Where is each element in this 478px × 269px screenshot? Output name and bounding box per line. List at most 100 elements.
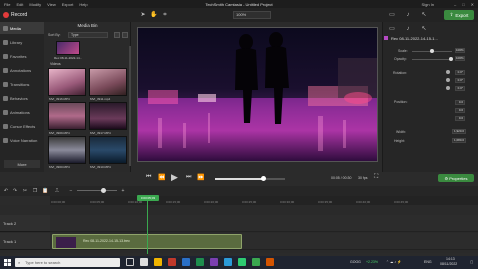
app-icon[interactable] bbox=[210, 258, 218, 266]
crop-tool-icon[interactable]: ⌗ bbox=[161, 11, 169, 19]
office-icon[interactable] bbox=[168, 258, 176, 266]
next-frame-icon[interactable]: ⏭ bbox=[186, 174, 191, 181]
position-z-value[interactable]: 0.0 bbox=[455, 116, 465, 121]
add-media-icon[interactable] bbox=[122, 32, 128, 38]
search-icon: ⌕ bbox=[18, 260, 21, 265]
copy-icon[interactable]: ❐ bbox=[32, 188, 38, 194]
paste-icon[interactable]: 📋 bbox=[42, 188, 48, 194]
sidebar-item-cursor-effects[interactable]: Cursor Effects bbox=[0, 120, 44, 132]
timeline-zoom-knob[interactable] bbox=[101, 188, 106, 193]
video-thumbnail[interactable] bbox=[89, 136, 127, 164]
track-header[interactable]: Track 2 bbox=[0, 215, 50, 232]
close-icon[interactable]: ✕ bbox=[471, 2, 474, 7]
rewind-icon[interactable]: ⏪ bbox=[158, 174, 165, 181]
sidebar-item-behaviors[interactable]: Behaviors bbox=[0, 92, 44, 104]
cut-icon[interactable]: ✂ bbox=[22, 188, 28, 194]
timeline-ruler[interactable] bbox=[50, 196, 478, 205]
scale-value[interactable]: 100% bbox=[455, 48, 465, 53]
canvas-options-icon[interactable]: ▭ bbox=[388, 11, 396, 19]
sidebar-item-favorites[interactable]: Favorites bbox=[0, 50, 44, 62]
video-preview[interactable] bbox=[137, 27, 378, 162]
mail-icon[interactable] bbox=[182, 258, 190, 266]
sidebar-item-animations[interactable]: Animations bbox=[0, 106, 44, 118]
audio-icon[interactable]: ♪ bbox=[404, 11, 412, 19]
powerpoint-icon[interactable] bbox=[266, 258, 274, 266]
clock-time[interactable]: 14:13 bbox=[446, 257, 455, 261]
video-thumbnail[interactable] bbox=[89, 102, 127, 130]
excel-icon[interactable] bbox=[196, 258, 204, 266]
video-thumbnail[interactable] bbox=[48, 102, 86, 130]
playhead-time[interactable]: 0:00:05;03 bbox=[137, 195, 159, 201]
sidebar-item-voice-narration[interactable]: Voice Narration bbox=[0, 134, 44, 146]
redo-icon[interactable]: ↷ bbox=[12, 188, 18, 194]
clip-label: Rec 08-11-2022-14-15-13.trec bbox=[83, 239, 130, 243]
forward-icon[interactable]: ⏩ bbox=[197, 174, 204, 181]
system-tray-icons[interactable]: ⌃ ☁ ♪ ⚡ bbox=[386, 260, 401, 264]
pan-tool-icon[interactable]: ✋ bbox=[150, 11, 158, 19]
arrow-tool-icon[interactable]: ➤ bbox=[139, 11, 147, 19]
visual-properties-icon[interactable]: ▭ bbox=[388, 25, 396, 33]
notifications-icon[interactable]: ▢ bbox=[470, 260, 473, 264]
clock-date[interactable]: 08/11/2022 bbox=[440, 262, 457, 266]
language-indicator[interactable]: ENG bbox=[424, 260, 432, 264]
taskbar-search[interactable]: ⌕ Type here to search bbox=[15, 258, 120, 267]
cursor-properties-icon[interactable]: ↖ bbox=[420, 25, 428, 33]
track-header[interactable]: Track 1 bbox=[0, 233, 50, 250]
sort-select[interactable]: Type bbox=[68, 32, 108, 38]
video-thumbnail[interactable] bbox=[89, 68, 127, 96]
scale-slider-knob[interactable] bbox=[430, 49, 434, 53]
chrome-icon[interactable] bbox=[140, 258, 148, 266]
task-view-icon[interactable] bbox=[126, 258, 134, 266]
sidebar-item-media[interactable]: Media bbox=[0, 22, 44, 34]
zoom-out-icon[interactable]: − bbox=[68, 188, 74, 194]
video-thumbnail[interactable] bbox=[48, 68, 86, 96]
fullscreen-icon[interactable]: ⛶ bbox=[374, 174, 378, 181]
record-button[interactable]: Record bbox=[3, 10, 27, 20]
playhead[interactable] bbox=[147, 201, 148, 254]
sidebar-item-library[interactable]: Library bbox=[0, 36, 44, 48]
opacity-slider-knob[interactable] bbox=[449, 57, 453, 61]
opacity-slider[interactable] bbox=[412, 59, 452, 60]
zoom-in-icon[interactable]: + bbox=[120, 188, 126, 194]
play-icon[interactable]: ▶ bbox=[171, 172, 178, 183]
width-value[interactable]: 1,920.0 bbox=[452, 129, 466, 134]
file-explorer-icon[interactable] bbox=[154, 258, 162, 266]
windows-start-icon[interactable] bbox=[4, 259, 11, 266]
minimize-icon[interactable]: – bbox=[454, 2, 456, 7]
playback-progress bbox=[215, 178, 264, 180]
height-value[interactable]: 1,080.0 bbox=[452, 138, 466, 143]
sidebar-item-transitions[interactable]: Transitions bbox=[0, 78, 44, 90]
maximize-icon[interactable]: □ bbox=[462, 2, 464, 7]
rotation-z-value[interactable]: 0.0° bbox=[455, 70, 465, 75]
audio-properties-icon[interactable]: ♪ bbox=[404, 25, 412, 33]
rotation-y-value[interactable]: 0.0° bbox=[455, 78, 465, 83]
video-thumbnail[interactable] bbox=[48, 136, 86, 164]
playback-scrubber-knob[interactable] bbox=[260, 176, 266, 181]
rotation-y-dial[interactable] bbox=[446, 78, 450, 82]
opacity-value[interactable]: 100% bbox=[455, 56, 465, 61]
split-icon[interactable]: ⎍ bbox=[54, 188, 60, 194]
export-button[interactable]: ⇪ Export bbox=[444, 10, 474, 20]
camtasia-icon[interactable] bbox=[238, 258, 246, 266]
more-button[interactable]: More bbox=[4, 160, 40, 168]
rotation-z-dial[interactable] bbox=[446, 70, 450, 74]
recording-thumbnail[interactable] bbox=[56, 41, 80, 55]
position-y-value[interactable]: 0.0 bbox=[455, 108, 465, 113]
camtasia-recorder-icon[interactable] bbox=[252, 258, 260, 266]
track-lane[interactable] bbox=[50, 215, 478, 232]
edge-icon[interactable] bbox=[224, 258, 232, 266]
cursor-icon[interactable]: ↖ bbox=[420, 11, 428, 19]
rotation-x-dial[interactable] bbox=[446, 86, 450, 90]
step-back-icon[interactable]: ⏮ bbox=[146, 174, 151, 181]
rotation-x-value[interactable]: 0.0° bbox=[455, 86, 465, 91]
sign-in-link[interactable]: Sign In bbox=[422, 2, 434, 7]
timeline-zoom-slider[interactable] bbox=[77, 190, 117, 191]
position-x-value[interactable]: 0.0 bbox=[455, 100, 465, 105]
track-name: Track 2 bbox=[3, 221, 17, 226]
zoom-select[interactable]: 100% bbox=[233, 11, 271, 19]
stock-ticker[interactable]: GOOG bbox=[350, 260, 361, 264]
undo-icon[interactable]: ↶ bbox=[3, 188, 9, 194]
list-view-icon[interactable] bbox=[114, 32, 120, 38]
properties-button[interactable]: ⚙ Properties bbox=[438, 174, 474, 182]
sidebar-item-annotations[interactable]: Annotations bbox=[0, 64, 44, 76]
